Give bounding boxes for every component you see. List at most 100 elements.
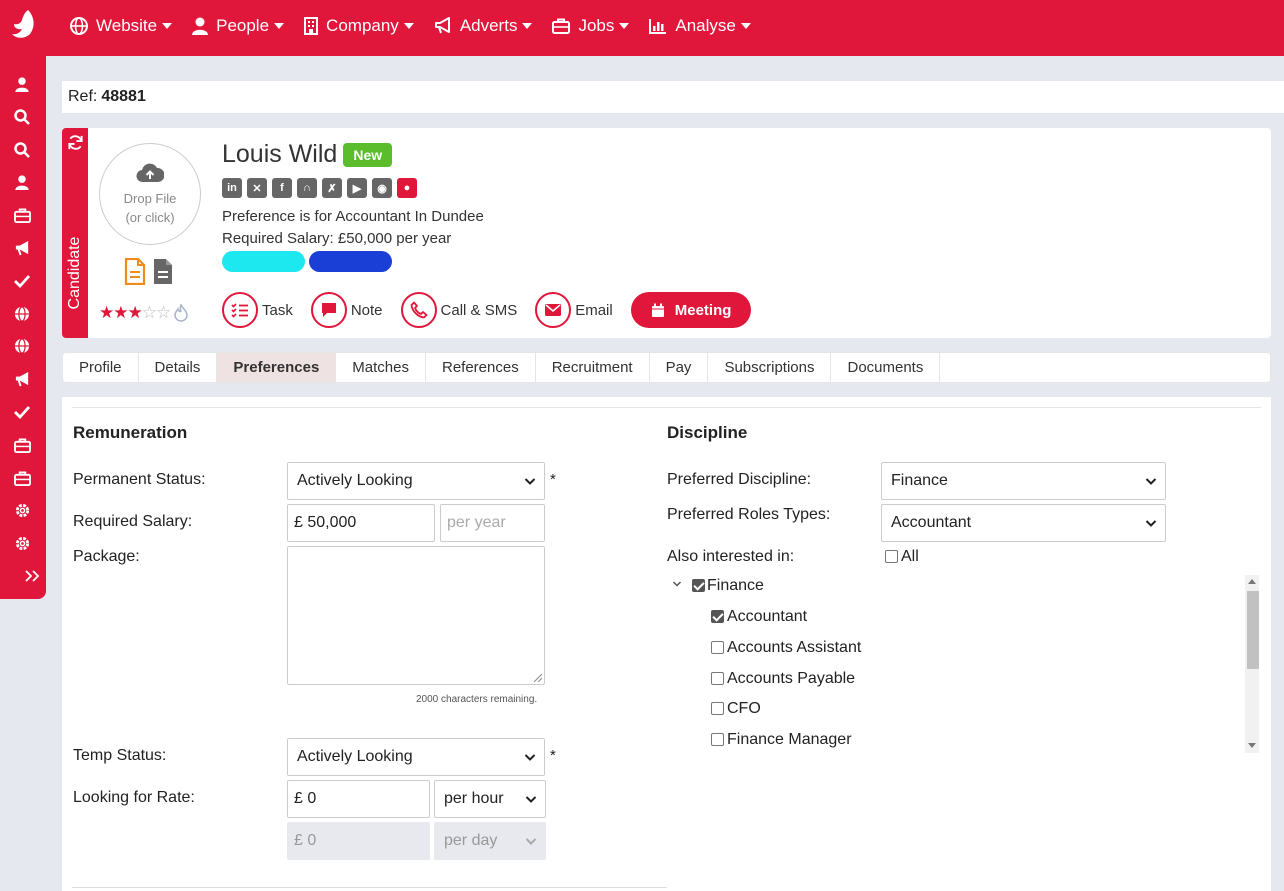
call-sms-button[interactable]: Call & SMS: [400, 292, 517, 328]
star-empty-icon[interactable]: ☆: [156, 303, 171, 323]
candidate-card: Candidate Drop File (or click) ★ ★ ★ ☆ ☆…: [62, 128, 1271, 338]
nav-adverts[interactable]: Adverts: [434, 16, 533, 36]
sidebar-briefcase-icon[interactable]: [12, 435, 32, 455]
tag-pill[interactable]: [309, 251, 392, 272]
tab-subscriptions[interactable]: Subscriptions: [708, 353, 832, 382]
website-globe-icon[interactable]: ◉: [372, 178, 392, 198]
top-navbar: Website People Company Adverts Jobs Anal…: [0, 0, 1284, 56]
preferred-discipline-select[interactable]: Finance: [881, 462, 1166, 500]
all-checkbox[interactable]: [885, 550, 898, 563]
salary-period-input[interactable]: per year: [440, 504, 545, 542]
star-rating[interactable]: ★ ★ ★ ☆ ☆: [99, 303, 189, 323]
cfo-checkbox[interactable]: [711, 702, 724, 715]
temp-status-value: Actively Looking: [297, 748, 413, 765]
sidebar-globe-icon[interactable]: [12, 336, 32, 356]
tab-pay[interactable]: Pay: [650, 353, 709, 382]
scroll-down-icon[interactable]: [1248, 743, 1256, 748]
star-filled-icon[interactable]: ★: [99, 303, 114, 323]
remuneration-heading: Remuneration: [73, 423, 188, 442]
tree-scrollbar[interactable]: [1245, 575, 1259, 753]
sidebar-megaphone-icon[interactable]: [12, 238, 32, 258]
tab-recruitment[interactable]: Recruitment: [536, 353, 650, 382]
tree-item-label: CFO: [727, 700, 761, 717]
finance-manager-checkbox[interactable]: [711, 733, 724, 746]
sidebar-globe-icon[interactable]: [12, 304, 32, 324]
finance-checkbox[interactable]: [692, 579, 705, 592]
facebook-icon[interactable]: f: [272, 178, 292, 198]
accounts-assistant-checkbox[interactable]: [711, 641, 724, 654]
tab-references[interactable]: References: [426, 353, 536, 382]
rate2-period-value: per day: [444, 832, 498, 849]
cv-document-icon[interactable]: [124, 258, 146, 285]
xing-icon[interactable]: ✗: [322, 178, 342, 198]
accountant-checkbox[interactable]: [711, 610, 724, 623]
calendar-icon: [651, 303, 664, 317]
megaphone-icon: [434, 17, 450, 34]
linkedin-icon[interactable]: in: [222, 178, 242, 198]
meeting-button[interactable]: Meeting: [630, 292, 752, 328]
tab-documents[interactable]: Documents: [831, 353, 941, 382]
tab-matches[interactable]: Matches: [336, 353, 426, 382]
finance-tree-label: Finance: [707, 577, 764, 594]
tab-preferences[interactable]: Preferences: [217, 353, 337, 382]
nav-people[interactable]: People: [192, 16, 285, 36]
refresh-icon[interactable]: [67, 134, 84, 151]
sidebar-gear-icon[interactable]: [12, 500, 32, 520]
star-empty-icon[interactable]: ☆: [142, 303, 157, 323]
sidebar-person-icon[interactable]: [12, 74, 32, 94]
flame-icon[interactable]: [174, 304, 189, 322]
nav-jobs[interactable]: Jobs: [552, 16, 630, 36]
ref-value: 48881: [101, 88, 146, 105]
task-button[interactable]: Task: [222, 292, 293, 328]
main-nav: Website People Company Adverts Jobs Anal…: [70, 0, 771, 52]
nav-website[interactable]: Website: [70, 16, 173, 36]
x-twitter-icon[interactable]: ✕: [247, 178, 267, 198]
youtube-play-icon[interactable]: ▶: [347, 178, 367, 198]
scroll-thumb[interactable]: [1247, 591, 1259, 669]
tab-details[interactable]: Details: [139, 353, 218, 382]
document-icon[interactable]: [152, 258, 174, 285]
nav-analyse[interactable]: Analyse: [649, 16, 751, 36]
logo-icon[interactable]: [8, 8, 38, 40]
candidate-name: Louis Wild: [222, 140, 338, 168]
rate-period-select[interactable]: per hour: [434, 780, 546, 818]
rate2-input: £ 0: [287, 822, 430, 860]
tree-item-label: Accounts Assistant: [727, 639, 862, 656]
nav-company[interactable]: Company: [304, 16, 414, 36]
preferred-roles-select[interactable]: Accountant: [881, 504, 1166, 542]
chevron-down-icon[interactable]: [672, 580, 682, 588]
rate-value: £ 0: [294, 790, 317, 807]
tag-pill[interactable]: [222, 251, 305, 272]
sidebar-check-icon[interactable]: [12, 271, 32, 291]
email-button[interactable]: Email: [535, 292, 613, 328]
accounts-payable-checkbox[interactable]: [711, 672, 724, 685]
dropzone-line2: (or click): [125, 210, 175, 225]
star-filled-icon[interactable]: ★: [113, 303, 128, 323]
star-filled-icon[interactable]: ★: [128, 303, 143, 323]
nav-website-label: Website: [96, 16, 158, 35]
chevron-down-icon: [1145, 478, 1157, 485]
scroll-up-icon[interactable]: [1248, 579, 1256, 584]
sidebar-briefcase-icon[interactable]: [12, 205, 32, 225]
tab-profile[interactable]: Profile: [63, 353, 139, 382]
headphones-icon[interactable]: ∩: [297, 178, 317, 198]
rate-input[interactable]: £ 0: [287, 780, 430, 818]
resize-handle-icon[interactable]: [534, 674, 542, 682]
required-salary-input[interactable]: £ 50,000: [287, 504, 435, 542]
also-interested-label: Also interested in:: [667, 548, 795, 565]
map-pin-icon[interactable]: ●: [397, 178, 417, 198]
sidebar-person-icon[interactable]: [12, 172, 32, 192]
temp-status-select[interactable]: Actively Looking: [287, 738, 545, 776]
file-dropzone[interactable]: Drop File (or click): [99, 143, 201, 245]
sidebar-megaphone-icon[interactable]: [12, 369, 32, 389]
sidebar-search-icon[interactable]: [12, 107, 32, 127]
sidebar-briefcase-icon[interactable]: [12, 468, 32, 488]
temp-status-label: Temp Status:: [73, 747, 167, 764]
permanent-status-select[interactable]: Actively Looking: [287, 462, 545, 500]
note-button[interactable]: Note: [310, 292, 383, 328]
sidebar-gear-icon[interactable]: [12, 533, 32, 553]
sidebar-search-icon[interactable]: [12, 140, 32, 160]
sidebar-check-icon[interactable]: [12, 402, 32, 422]
package-textarea[interactable]: [287, 546, 545, 685]
expand-sidebar-icon[interactable]: [22, 566, 42, 586]
